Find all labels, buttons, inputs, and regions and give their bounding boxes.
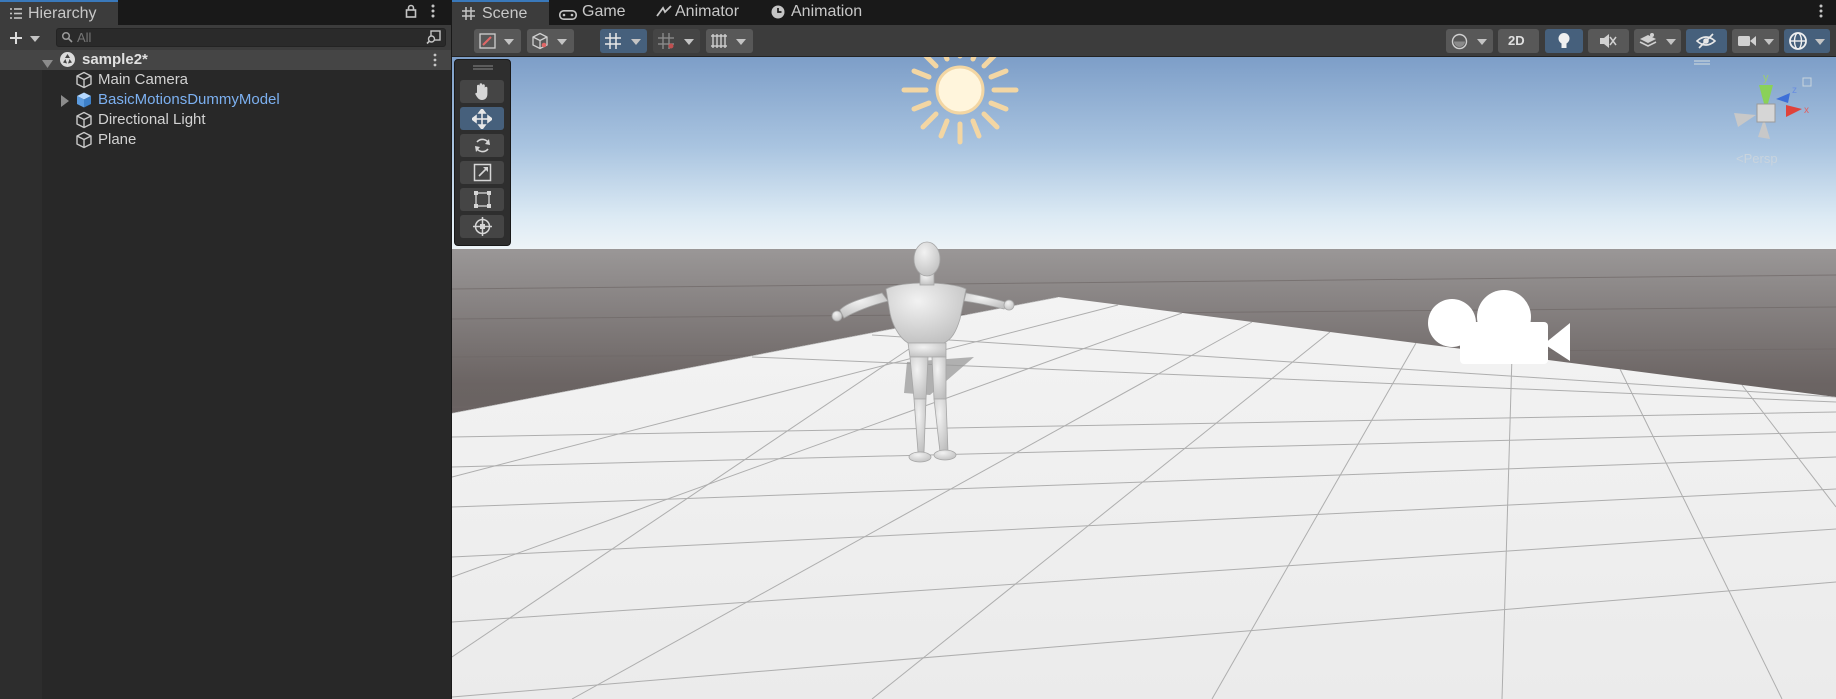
tab-label: Game <box>582 3 626 20</box>
scene-audio-toggle[interactable] <box>1588 29 1629 53</box>
scene-visibility-toggle[interactable] <box>1686 29 1727 53</box>
projection-label: <Persp <box>1736 151 1778 166</box>
tab-label: Animator <box>675 3 740 20</box>
scale-icon <box>473 163 492 186</box>
rect-tool-button[interactable] <box>460 188 504 211</box>
tab-animation[interactable]: Animation <box>765 0 875 25</box>
sphere-shading-icon <box>1451 33 1468 54</box>
toggle-2d-button[interactable]: 2D <box>1498 29 1539 53</box>
hierarchy-item-directional-light[interactable]: Directional Light <box>42 110 451 130</box>
search-icon <box>61 31 74 48</box>
video-camera-icon <box>1737 34 1757 52</box>
expand-arrow-icon[interactable] <box>61 94 70 111</box>
hierarchy-search-field[interactable] <box>56 28 446 47</box>
cube-gizmo-icon <box>531 32 549 54</box>
tab-animator[interactable]: Animator <box>651 0 746 25</box>
more-options-icon[interactable] <box>1818 4 1824 23</box>
lock-icon[interactable] <box>405 4 417 22</box>
tools-overlay <box>454 59 511 246</box>
incremental-snap-toggle[interactable] <box>653 29 700 53</box>
paint-brush-icon <box>479 33 496 53</box>
chevron-down-icon <box>557 39 567 45</box>
scene-row[interactable]: sample2* <box>0 50 451 70</box>
audio-mute-icon <box>1599 33 1617 53</box>
hierarchy-gutter <box>0 52 42 699</box>
hierarchy-item-plane[interactable]: Plane <box>42 130 451 150</box>
grid-snap-icon <box>604 32 622 54</box>
scene-lighting-toggle[interactable] <box>1545 29 1583 53</box>
tab-game[interactable]: Game <box>553 0 633 25</box>
hierarchy-item-main-camera[interactable]: Main Camera <box>42 70 451 90</box>
unity-scene-icon <box>59 51 76 72</box>
search-by-type-icon[interactable] <box>426 30 442 49</box>
gizmos-button[interactable] <box>1784 29 1830 53</box>
move-arrows-icon <box>470 107 494 133</box>
grid-visibility-button[interactable] <box>706 29 753 53</box>
scene-viewport[interactable]: y x z <Persp <box>452 57 1836 699</box>
hierarchy-tab[interactable]: Hierarchy <box>0 0 118 25</box>
hand-tool-button[interactable] <box>460 80 504 103</box>
hierarchy-item-basic-motions-dummy-model[interactable]: BasicMotionsDummyModel <box>42 90 451 110</box>
svg-text:z: z <box>1792 85 1797 96</box>
shading-mode-button[interactable] <box>527 29 574 53</box>
scene-options-icon[interactable] <box>432 53 438 71</box>
tab-label: Animation <box>791 3 863 20</box>
chevron-down-icon <box>1815 39 1825 45</box>
more-options-icon[interactable] <box>430 4 436 23</box>
chevron-down-icon <box>684 39 694 45</box>
transform-tool-button[interactable] <box>460 215 504 238</box>
gameobject-cube-icon <box>75 131 93 153</box>
add-object-button[interactable] <box>6 28 42 48</box>
hierarchy-item-label: Plane <box>98 131 137 148</box>
chevron-down-icon <box>631 39 641 45</box>
grid-snap-toggle[interactable] <box>600 29 647 53</box>
rotate-icon <box>473 136 492 159</box>
svg-text:y: y <box>1763 72 1769 84</box>
effects-layers-icon <box>1639 32 1657 54</box>
render-mode-button[interactable] <box>1446 29 1493 53</box>
rotate-tool-button[interactable] <box>460 134 504 157</box>
hand-icon <box>473 82 491 105</box>
chevron-down-icon <box>1764 39 1774 45</box>
scale-tool-button[interactable] <box>460 161 504 184</box>
transform-gizmo-icon <box>472 216 493 241</box>
chevron-down-icon <box>504 39 514 45</box>
gamepad-icon <box>559 7 577 24</box>
camera-settings-button[interactable] <box>1732 29 1779 53</box>
animator-icon <box>656 5 672 22</box>
tab-scene[interactable]: Scene <box>452 0 549 25</box>
effects-button[interactable] <box>1634 29 1681 53</box>
eye-hidden-icon <box>1695 33 1717 53</box>
list-icon <box>9 7 23 24</box>
hierarchy-item-label: Directional Light <box>98 111 206 128</box>
chevron-down-icon <box>736 39 746 45</box>
light-bulb-icon <box>1557 32 1571 54</box>
chevron-down-icon <box>1477 39 1487 45</box>
scene-render: y x z <Persp <box>452 57 1836 699</box>
gizmo-globe-icon <box>1788 31 1808 55</box>
rect-transform-icon <box>473 190 492 213</box>
tab-label: Scene <box>482 5 528 22</box>
clock-icon <box>771 5 785 23</box>
mode-2d-label: 2D <box>1508 33 1525 48</box>
scene-name: sample2* <box>82 51 148 68</box>
search-input[interactable] <box>77 29 407 46</box>
grid-icon <box>462 7 475 24</box>
chevron-down-icon <box>1666 39 1676 45</box>
overlay-drag-handle[interactable] <box>473 65 493 71</box>
hierarchy-item-label: BasicMotionsDummyModel <box>98 91 280 108</box>
grid-plane-icon <box>710 33 728 53</box>
hierarchy-item-label: Main Camera <box>98 71 189 88</box>
svg-text:x: x <box>1804 105 1809 116</box>
move-tool-button[interactable] <box>460 107 504 133</box>
draw-mode-button[interactable] <box>474 29 521 53</box>
hierarchy-tab-label: Hierarchy <box>28 5 97 22</box>
snap-increment-icon <box>657 32 675 54</box>
